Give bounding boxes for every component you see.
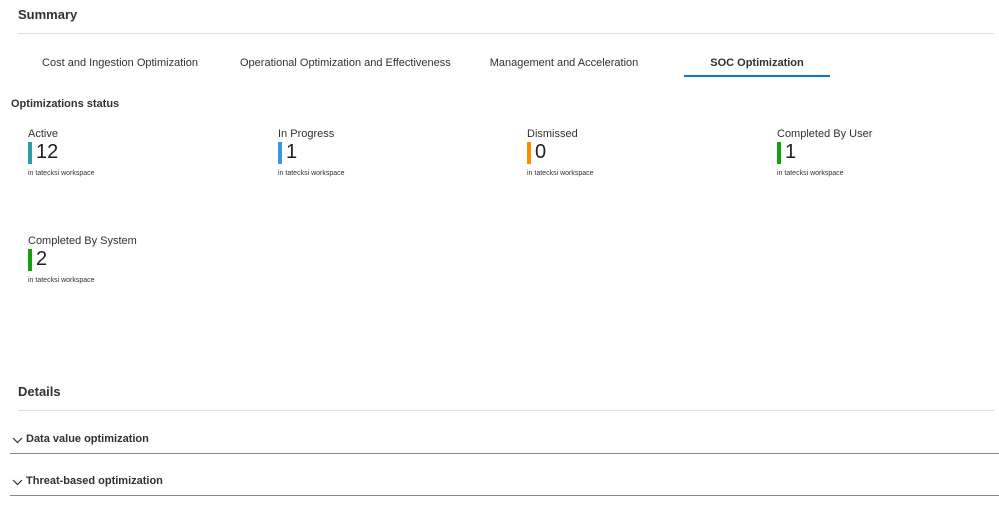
- optimizations-status-title: Optimizations status: [11, 98, 120, 110]
- tile-label: Completed By User: [777, 128, 873, 140]
- tab-bar: Cost and Ingestion Optimization Operatio…: [22, 50, 862, 77]
- tile-value: 2: [36, 248, 48, 270]
- tile-value: 1: [785, 141, 797, 163]
- accordion-label: Threat-based optimization: [26, 475, 163, 487]
- tile-color-bar: [28, 249, 32, 271]
- chevron-down-icon: [12, 437, 23, 444]
- summary-title: Summary: [18, 7, 78, 22]
- tile-caption: in tatecksi workspace: [777, 170, 844, 177]
- accordion-divider: [10, 453, 999, 454]
- accordion-threat-based-optimization[interactable]: Threat-based optimization: [10, 474, 999, 496]
- summary-divider: [18, 33, 994, 34]
- tile-label: Completed By System: [28, 235, 137, 247]
- tab-management-acceleration[interactable]: Management and Acceleration: [484, 50, 644, 76]
- tile-caption: in tatecksi workspace: [28, 170, 95, 177]
- status-tile-in-progress: In Progress 1 in tatecksi workspace: [278, 128, 478, 188]
- accordion-label: Data value optimization: [26, 433, 149, 445]
- tab-label: Management and Acceleration: [489, 57, 639, 69]
- tile-label: In Progress: [278, 128, 335, 140]
- tile-caption: in tatecksi workspace: [527, 170, 594, 177]
- status-tile-active: Active 12 in tatecksi workspace: [28, 128, 228, 188]
- tile-color-bar: [527, 142, 531, 164]
- tab-label: Cost and Ingestion Optimization: [42, 57, 198, 69]
- tile-caption: in tatecksi workspace: [28, 277, 95, 284]
- status-tile-dismissed: Dismissed 0 in tatecksi workspace: [527, 128, 727, 188]
- accordion-data-value-optimization[interactable]: Data value optimization: [10, 432, 999, 454]
- tile-value: 12: [36, 141, 59, 163]
- tab-label: SOC Optimization: [710, 57, 804, 69]
- tab-soc-optimization[interactable]: SOC Optimization: [684, 50, 830, 77]
- details-divider: [18, 410, 994, 411]
- details-title: Details: [18, 384, 61, 399]
- tab-operational-optimization[interactable]: Operational Optimization and Effectivene…: [240, 50, 451, 76]
- tile-value: 1: [286, 141, 298, 163]
- chevron-down-icon: [12, 479, 23, 486]
- tile-value: 0: [535, 141, 547, 163]
- tile-label: Dismissed: [527, 128, 578, 140]
- tile-color-bar: [28, 142, 32, 164]
- tab-cost-ingestion[interactable]: Cost and Ingestion Optimization: [22, 50, 218, 76]
- tile-caption: in tatecksi workspace: [278, 170, 345, 177]
- tile-label: Active: [28, 128, 58, 140]
- status-tile-completed-by-user: Completed By User 1 in tatecksi workspac…: [777, 128, 977, 188]
- tile-color-bar: [777, 142, 781, 164]
- tile-color-bar: [278, 142, 282, 164]
- status-tile-completed-by-system: Completed By System 2 in tatecksi worksp…: [28, 235, 228, 295]
- tab-label: Operational Optimization and Effectivene…: [240, 57, 451, 69]
- accordion-divider: [10, 495, 999, 496]
